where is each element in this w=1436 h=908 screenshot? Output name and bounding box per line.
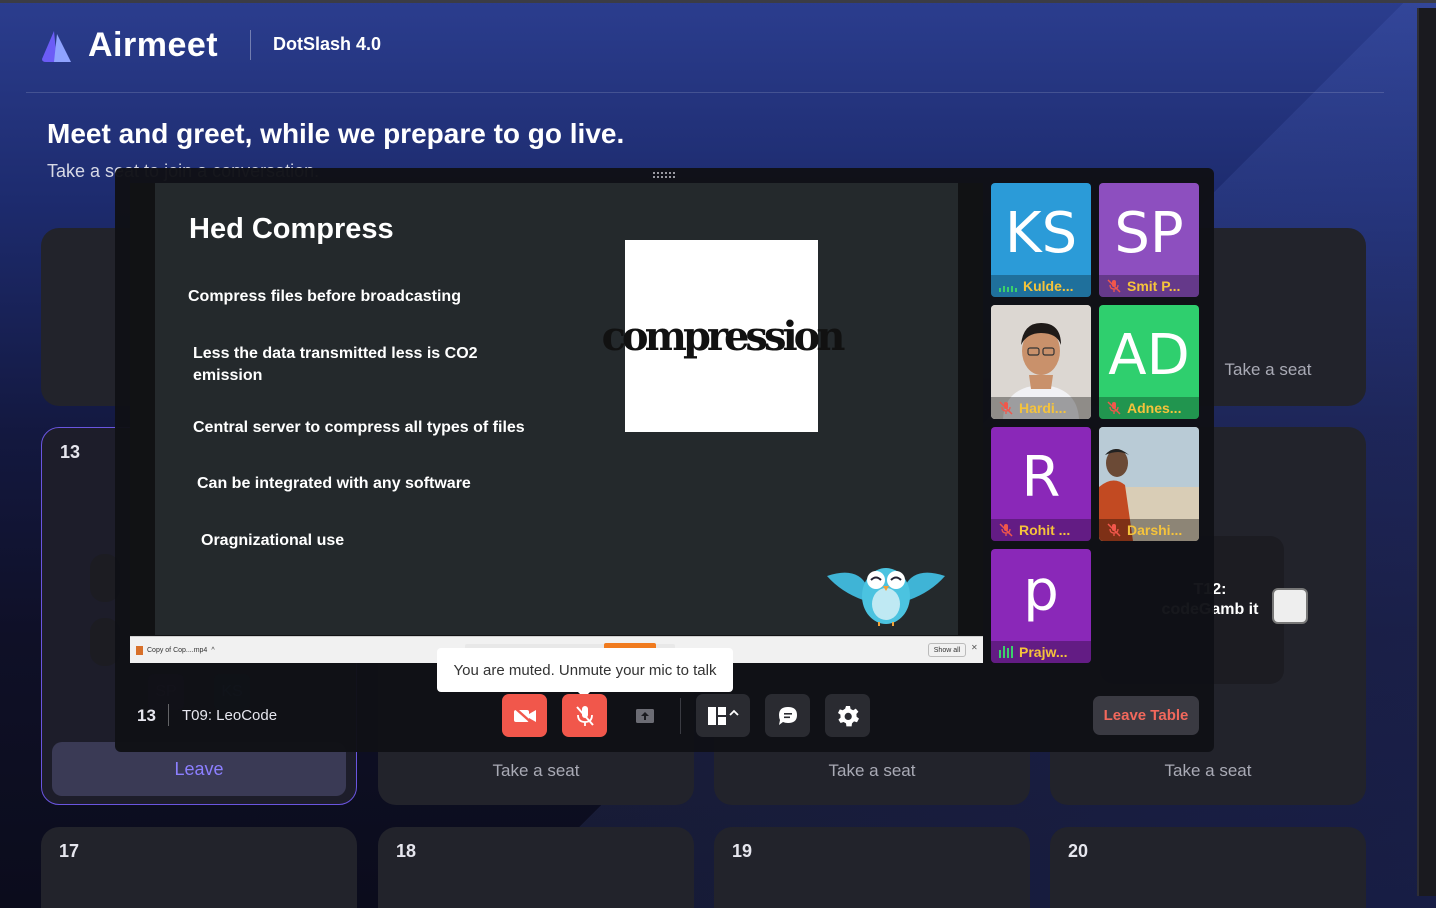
participant-initials: AD (1108, 323, 1190, 388)
audio-level-icon (999, 646, 1013, 658)
participant-name: Prajw... (1019, 644, 1068, 660)
download-item: Copy of Cop....mp4 ^ (136, 642, 236, 659)
participant-tile[interactable]: R Rohit ... (991, 427, 1091, 541)
mic-off-icon (1107, 523, 1121, 537)
mic-off-icon (1107, 401, 1121, 415)
compression-image: compression (602, 240, 845, 432)
slide-title: Hed Compress (189, 213, 394, 245)
participant-nameplate: Rohit ... (991, 519, 1091, 541)
participant-tile[interactable]: SP Smit P... (1099, 183, 1199, 297)
brand-name: Airmeet (88, 26, 219, 64)
shared-screen: Hed Compress Compress files before broad… (130, 183, 983, 663)
participant-nameplate: Hardi... (991, 397, 1091, 419)
table-call-window[interactable]: Hed Compress Compress files before broad… (115, 168, 1214, 752)
scrollbar[interactable] (1417, 8, 1436, 896)
participant-tile[interactable]: Hardi... (991, 305, 1091, 419)
participant-nameplate: Adnes... (1099, 397, 1199, 419)
airmeet-logo[interactable]: Airmeet (40, 26, 218, 65)
layout-icon (708, 706, 739, 725)
participant-tile[interactable]: AD Adnes... (1099, 305, 1199, 419)
take-seat-label[interactable]: Take a seat (378, 761, 694, 781)
control-divider (168, 704, 169, 726)
slide-bullet: Compress files before broadcasting (188, 288, 461, 305)
camera-off-icon (513, 706, 536, 725)
page-headline: Meet and greet, while we prepare to go l… (47, 118, 625, 149)
participant-name: Kulde... (1023, 278, 1074, 294)
participant-name: Adnes... (1127, 400, 1182, 416)
close-icon: ✕ (971, 643, 978, 652)
participant-name: Hardi... (1019, 400, 1067, 416)
file-icon (136, 646, 143, 655)
participant-tile[interactable]: p Prajw... (991, 549, 1091, 663)
participant-nameplate: Smit P... (1099, 275, 1199, 297)
table-number: 17 (59, 841, 80, 861)
slide-bullet: Central server to compress all types of … (193, 419, 525, 436)
participant-name: Darshi... (1127, 522, 1183, 538)
share-screen-icon (635, 708, 654, 723)
download-filename: Copy of Cop....mp4 (147, 647, 208, 654)
participant-tile[interactable]: Darshi... (1099, 427, 1199, 541)
current-table-number: 13 (137, 706, 156, 725)
mic-toggle-button[interactable] (562, 694, 607, 737)
participant-nameplate: Prajw... (991, 641, 1091, 663)
header-rule (26, 92, 1384, 93)
table-card-19[interactable]: 19 (714, 827, 1030, 908)
settings-icon (837, 705, 859, 726)
chat-icon (778, 706, 797, 725)
table-card-17[interactable]: 17 (41, 827, 357, 908)
participant-nameplate: Kulde... (991, 275, 1091, 297)
current-table-name: T09: LeoCode (182, 707, 278, 724)
table-number: 20 (1068, 841, 1089, 861)
airmeet-logo-icon (42, 30, 71, 62)
table-number: 13 (60, 442, 81, 462)
table-number: 18 (396, 841, 417, 861)
participant-initials: KS (1004, 201, 1078, 266)
event-name: DotSlash 4.0 (273, 34, 382, 54)
table-card-18[interactable]: 18 (378, 827, 694, 908)
participant-initials: R (1021, 445, 1061, 510)
leave-table-button[interactable]: Leave Table (1093, 696, 1199, 735)
chat-button[interactable] (765, 694, 810, 737)
slide-bullet: Less the data transmitted less is CO2 em… (193, 345, 478, 384)
slide-bullet: Can be integrated with any software (197, 475, 471, 492)
mic-off-icon (999, 523, 1013, 537)
table-card-20[interactable]: 20 (1050, 827, 1366, 908)
layout-button[interactable] (696, 694, 750, 737)
slide-bullet: Oragnizational use (201, 532, 345, 549)
show-all-button: Show all (928, 643, 966, 657)
control-divider (680, 698, 681, 734)
take-seat-label[interactable]: Take a seat (1050, 761, 1366, 781)
chevron-up-icon: ^ (211, 647, 215, 654)
participant-name: Rohit ... (1019, 522, 1071, 538)
camera-toggle-button[interactable] (502, 694, 547, 737)
audio-level-icon (999, 280, 1017, 292)
take-seat-label[interactable]: Take a seat (714, 761, 1030, 781)
mic-off-icon (1107, 279, 1121, 293)
table-number: 19 (732, 841, 753, 861)
header: Airmeet DotSlash 4.0 (0, 0, 1410, 92)
presentation-slide: Hed Compress Compress files before broad… (155, 183, 958, 635)
header-divider (250, 30, 251, 60)
share-screen-button[interactable] (622, 694, 667, 737)
muted-tooltip: You are muted. Unmute your mic to talk (437, 648, 733, 692)
mic-off-icon (999, 401, 1013, 415)
owl-mascot-icon (827, 568, 945, 626)
mic-off-icon (575, 705, 594, 726)
side-table-avatar (1272, 588, 1308, 624)
participant-initials: SP (1114, 201, 1184, 266)
participant-initials: p (1023, 559, 1059, 624)
drag-handle-icon[interactable] (653, 172, 675, 180)
compression-logo-text: compression (601, 312, 846, 360)
participant-nameplate: Darshi... (1099, 519, 1199, 541)
participant-tile[interactable]: KS Kulde... (991, 183, 1091, 297)
settings-button[interactable] (825, 694, 870, 737)
participant-name: Smit P... (1127, 278, 1181, 294)
